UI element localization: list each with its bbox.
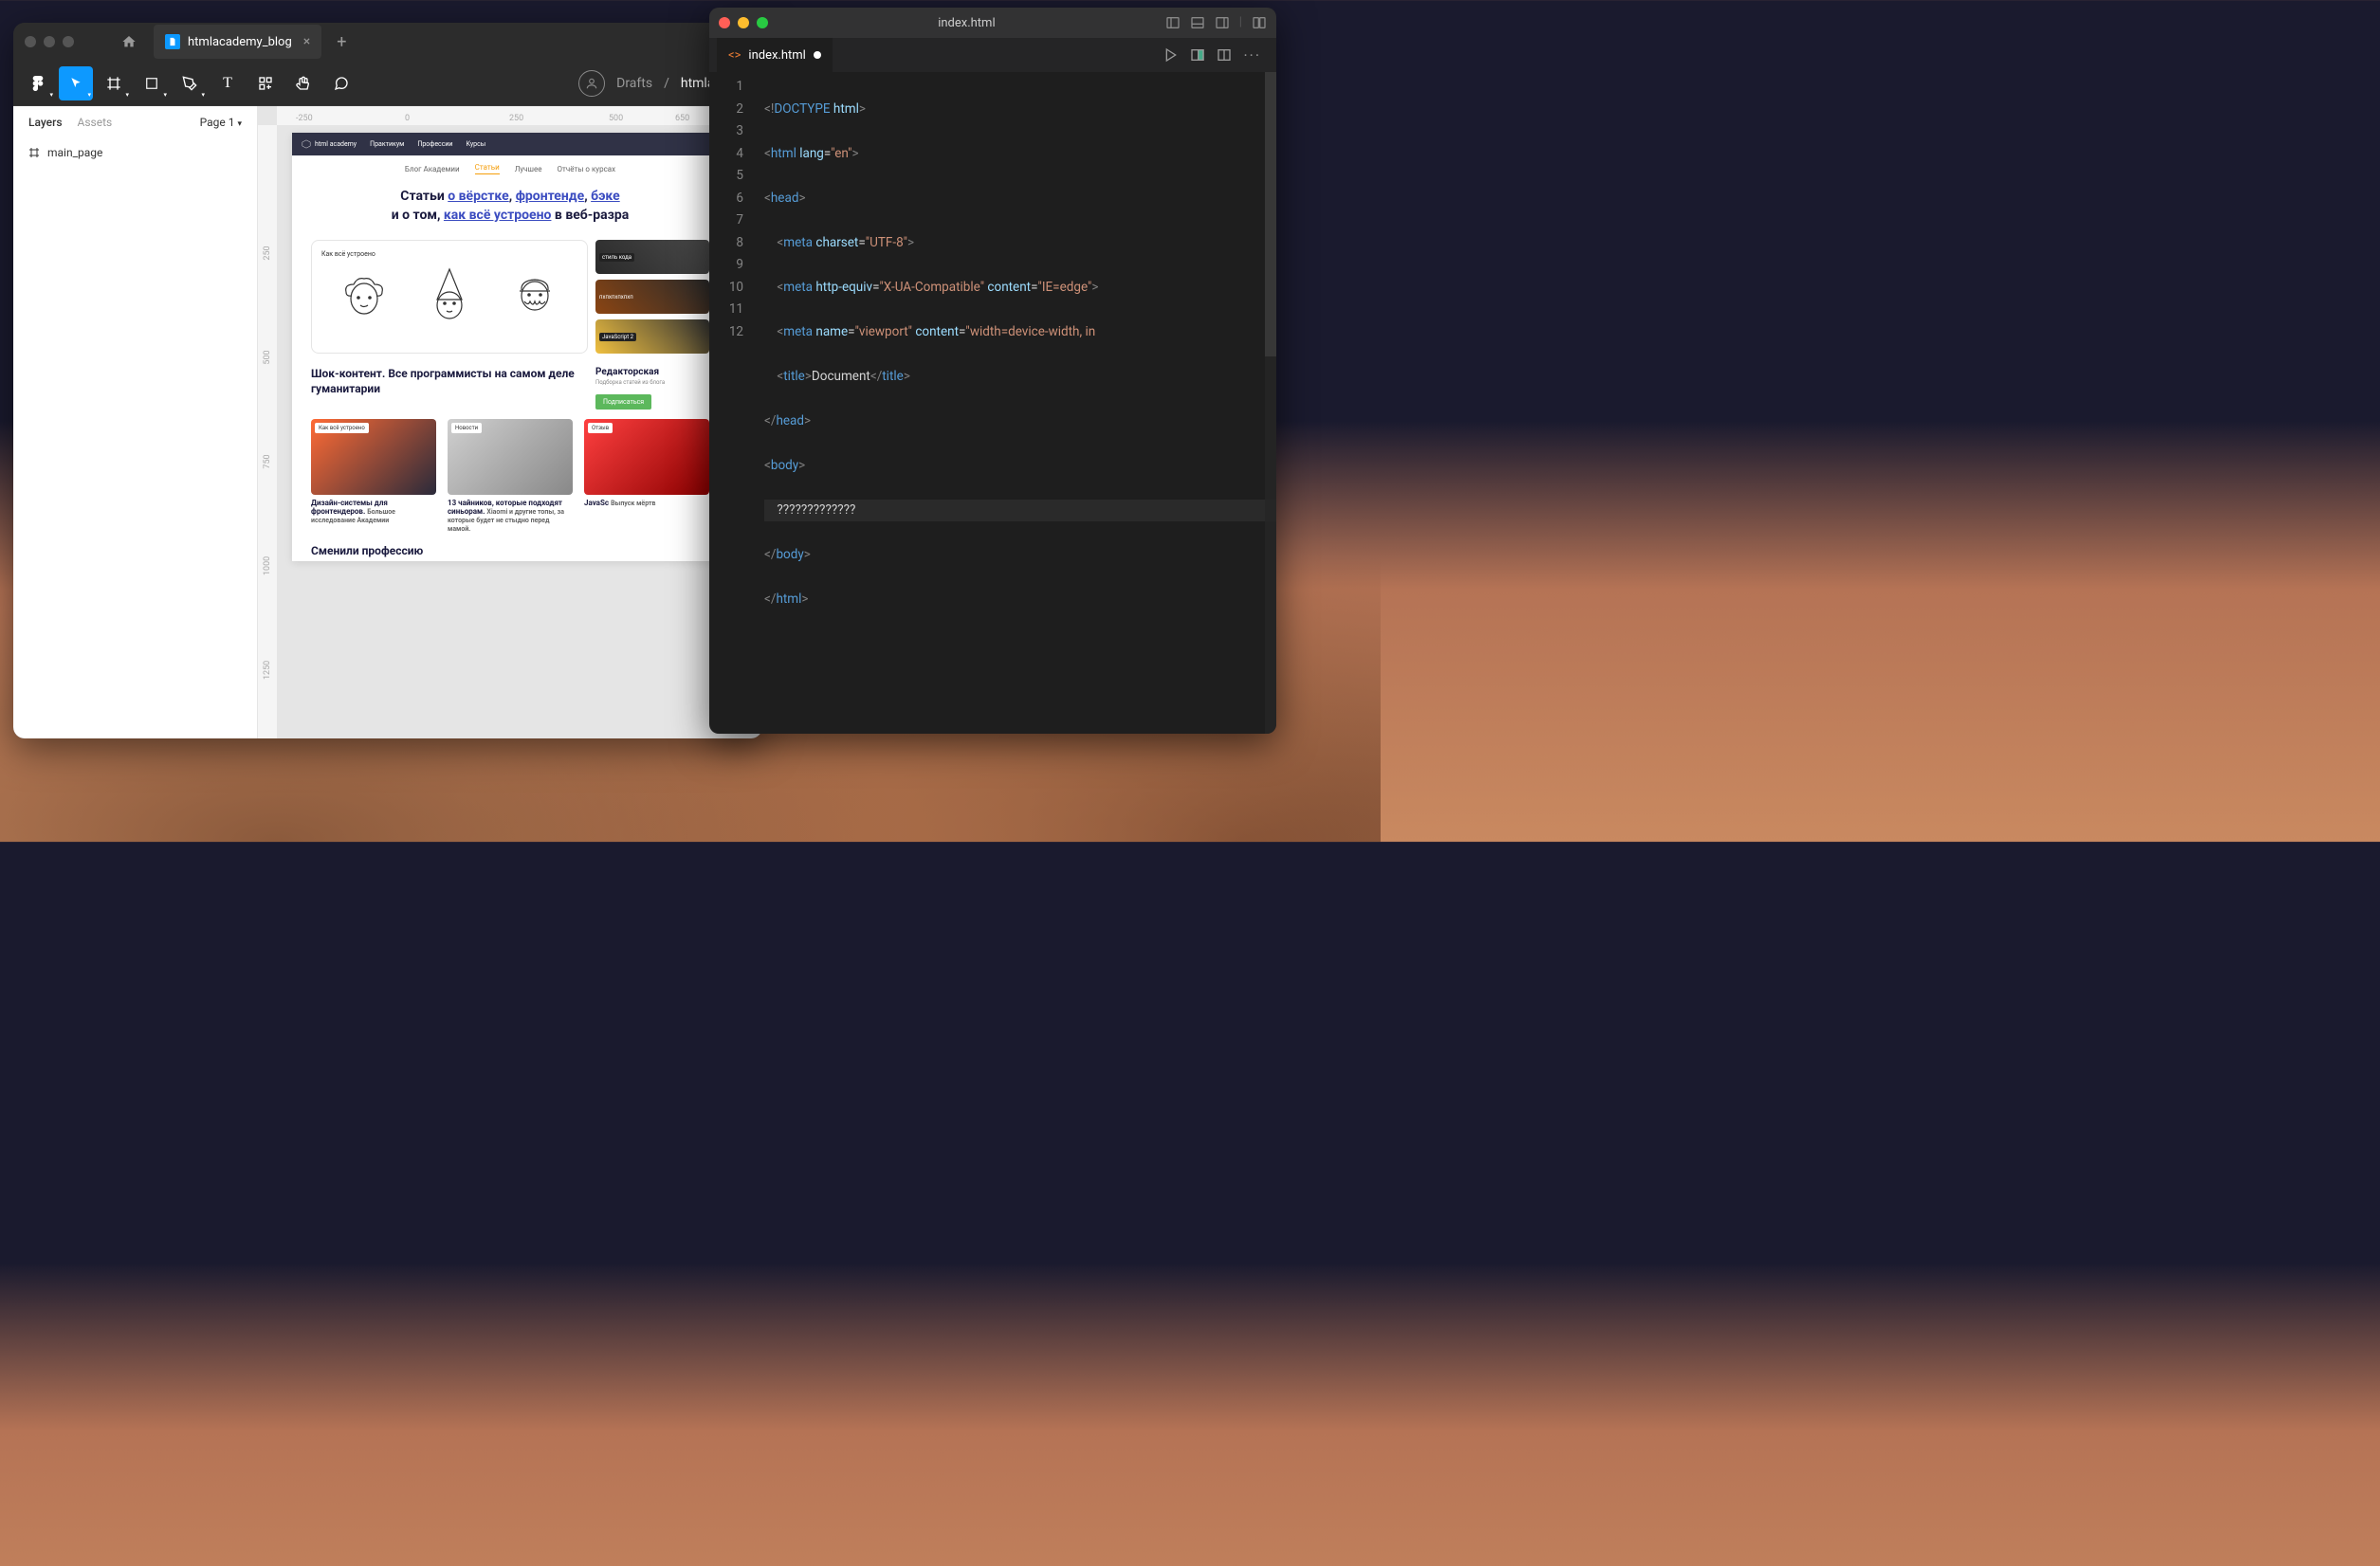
home-tab[interactable] xyxy=(112,25,146,59)
nav-item: Профессии xyxy=(417,140,452,148)
hand-tool[interactable] xyxy=(286,66,320,100)
article-card: Отзыв JavaSc Выпуск мёртв xyxy=(584,419,709,533)
layer-item[interactable]: main_page xyxy=(13,138,257,167)
sidebar-article-card: пхпхпхпхпхп xyxy=(595,280,709,314)
vertical-ruler: 250 500 750 1000 1250 xyxy=(258,125,277,738)
frame-icon xyxy=(28,147,40,158)
horizontal-ruler: -250 0 250 500 650 xyxy=(277,106,762,125)
layers-panel: Layers Assets Page 1 ▾ main_page xyxy=(13,106,258,738)
figma-menu-icon[interactable]: ▾ xyxy=(21,66,55,100)
minimize-icon[interactable] xyxy=(44,36,55,47)
assets-tab[interactable]: Assets xyxy=(78,116,113,129)
editor-tabs: <> index.html ··· xyxy=(709,38,1276,72)
user-avatar-icon[interactable] xyxy=(578,70,605,97)
faces-illustration xyxy=(321,265,577,322)
window-title: index.html xyxy=(938,16,995,30)
layer-name: main_page xyxy=(47,146,102,159)
figma-toolbar: ▾ ▾ ▾ ▾ ▾ T Drafts / htmlacadem xyxy=(13,61,762,106)
layers-tab[interactable]: Layers xyxy=(28,116,63,129)
vscode-titlebar: index.html | xyxy=(709,8,1276,38)
vscode-window: index.html | <> index.html ··· 123456789… xyxy=(709,8,1276,734)
close-icon[interactable] xyxy=(719,17,730,28)
window-controls xyxy=(25,36,74,47)
mockup-logo: html academy xyxy=(302,139,357,149)
panel-left-icon[interactable] xyxy=(1165,15,1181,30)
sidebar-article-card: стиль кода xyxy=(595,240,709,274)
preview-icon[interactable] xyxy=(1190,47,1205,63)
unsaved-indicator-icon xyxy=(814,51,821,59)
headline-text: Шок-контент. Все программисты на самом д… xyxy=(311,367,577,410)
subscribe-button: Подписаться xyxy=(595,394,651,410)
editor-tab[interactable]: <> index.html xyxy=(717,38,833,72)
frame-tool[interactable]: ▾ xyxy=(97,66,131,100)
split-editor-icon[interactable] xyxy=(1217,47,1232,63)
figma-file-icon xyxy=(165,34,180,49)
tab-label: index.html xyxy=(748,48,805,63)
figma-window: htmlacademy_blog × + ▾ ▾ ▾ ▾ ▾ T Drafts … xyxy=(13,23,762,738)
article-card: Как всё устроено Дизайн-системы для фрон… xyxy=(311,419,436,533)
run-icon[interactable] xyxy=(1163,47,1179,63)
line-numbers: 123456789101112 xyxy=(709,72,757,734)
maximize-icon[interactable] xyxy=(63,36,74,47)
text-tool[interactable]: T xyxy=(211,66,245,100)
subscribe-box: Редакторская Подборка статей из блога По… xyxy=(595,367,709,410)
breadcrumb-root[interactable]: Drafts xyxy=(616,76,652,91)
pen-tool[interactable]: ▾ xyxy=(173,66,207,100)
mockup-hero: Статьи о вёрстке, фронтенде, бэке и о то… xyxy=(292,182,728,230)
breadcrumb-sep: / xyxy=(664,76,669,91)
figma-titlebar: htmlacademy_blog × + xyxy=(13,23,762,61)
panel-bottom-icon[interactable] xyxy=(1190,15,1205,30)
figma-canvas[interactable]: -250 0 250 500 650 250 500 750 1000 1250… xyxy=(258,106,762,738)
mockup-top-nav: html academy Практикум Профессии Курсы xyxy=(292,133,728,155)
hero-card: Как всё устроено xyxy=(311,240,588,354)
move-tool[interactable]: ▾ xyxy=(59,66,93,100)
tab-label: htmlacademy_blog xyxy=(188,35,292,49)
more-icon[interactable]: ··· xyxy=(1243,46,1261,64)
article-card: Новости 13 чайников, которые подходят си… xyxy=(448,419,573,533)
section-heading: Сменили профессию xyxy=(292,533,728,561)
minimap[interactable] xyxy=(1265,72,1276,734)
code-content[interactable]: <!DOCTYPE html> <html lang="en"> <head> … xyxy=(757,72,1276,734)
close-icon[interactable] xyxy=(25,36,36,47)
mockup-subnav: Блог Академии Статьи Лучшее Отчёты о кур… xyxy=(292,155,728,182)
nav-item: Курсы xyxy=(466,140,485,148)
layout-icon[interactable] xyxy=(1252,15,1267,30)
maximize-icon[interactable] xyxy=(757,17,768,28)
minimize-icon[interactable] xyxy=(738,17,749,28)
close-tab-icon[interactable]: × xyxy=(303,34,310,49)
window-controls xyxy=(719,17,768,28)
nav-item: Практикум xyxy=(370,140,404,148)
resources-tool[interactable] xyxy=(248,66,283,100)
comment-tool[interactable] xyxy=(324,66,358,100)
panel-right-icon[interactable] xyxy=(1215,15,1230,30)
file-tab[interactable]: htmlacademy_blog × xyxy=(154,25,321,59)
html-file-icon: <> xyxy=(728,48,741,63)
shape-tool[interactable]: ▾ xyxy=(135,66,169,100)
code-editor[interactable]: 123456789101112 <!DOCTYPE html> <html la… xyxy=(709,72,1276,734)
sidebar-article-card: JavaScript 2 xyxy=(595,319,709,354)
new-tab-button[interactable]: + xyxy=(329,32,354,52)
page-selector[interactable]: Page 1 ▾ xyxy=(200,116,242,129)
canvas-frame[interactable]: html academy Практикум Профессии Курсы Б… xyxy=(292,133,728,561)
